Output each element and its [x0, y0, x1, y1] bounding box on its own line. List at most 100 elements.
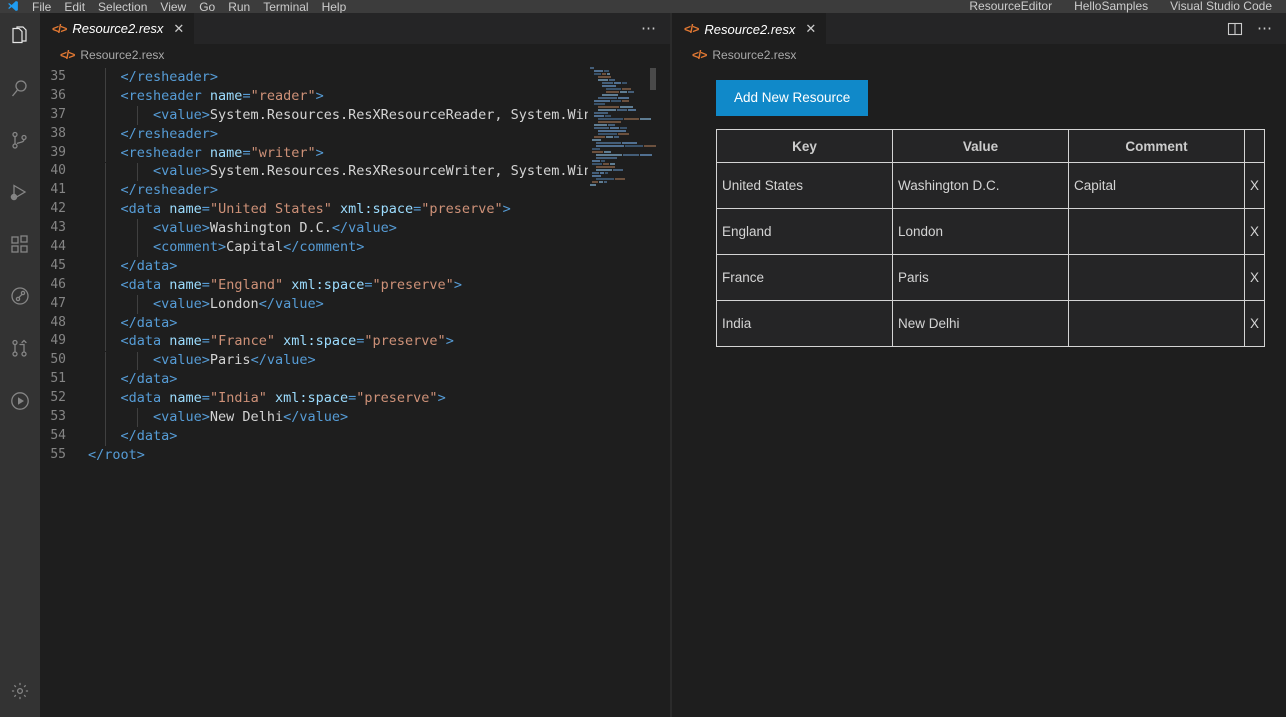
- sidebar-item-run-and-debug[interactable]: [0, 169, 40, 221]
- line-number: 53: [50, 409, 66, 425]
- menu-file[interactable]: File: [32, 1, 51, 13]
- code-line[interactable]: 44 <comment>Capital</comment>: [40, 238, 670, 257]
- add-new-resource-button[interactable]: Add New Resource: [716, 80, 869, 116]
- more-actions-icon[interactable]: ⋯: [641, 21, 656, 36]
- manage-settings-button[interactable]: [0, 670, 40, 717]
- code-line-text: <resheader name="reader">: [88, 87, 324, 104]
- code-line[interactable]: 39 <resheader name="writer">: [40, 144, 670, 163]
- indent-guide: [105, 219, 106, 239]
- cell-comment[interactable]: [1068, 254, 1245, 301]
- close-icon[interactable]: ✕: [805, 21, 816, 37]
- line-number: 52: [50, 390, 66, 406]
- activity-bar: [0, 13, 40, 717]
- line-number: 50: [50, 352, 66, 368]
- delete-row-button[interactable]: X: [1244, 162, 1265, 209]
- tab-bar-actions-left: ⋯: [641, 13, 670, 44]
- cell-key[interactable]: England: [716, 208, 893, 255]
- xml-file-icon: </>: [60, 48, 75, 62]
- code-line-text: </resheader>: [88, 182, 219, 199]
- code-line-text: </data>: [88, 257, 178, 274]
- line-number: 54: [50, 427, 66, 443]
- cell-comment[interactable]: [1068, 208, 1245, 255]
- menu-terminal[interactable]: Terminal: [263, 1, 308, 13]
- menu-edit[interactable]: Edit: [64, 1, 85, 13]
- code-line[interactable]: 55 </root>: [40, 446, 670, 465]
- breadcrumb-label: Resource2.resx: [80, 48, 165, 62]
- indent-guide: [105, 257, 106, 276]
- column-header-delete: [1244, 129, 1265, 163]
- timeline-icon: [8, 285, 32, 314]
- menu-go[interactable]: Go: [199, 1, 215, 13]
- code-line-text: <value>System.Resources.ResXResourceWrit…: [88, 163, 592, 180]
- cell-key[interactable]: France: [716, 254, 893, 301]
- menu-run[interactable]: Run: [228, 1, 250, 13]
- breadcrumb-left[interactable]: </> Resource2.resx: [40, 44, 670, 66]
- sidebar-item-extensions[interactable]: [0, 221, 40, 273]
- vscode-logo-icon: [0, 0, 26, 13]
- code-line[interactable]: 51 </data>: [40, 370, 670, 389]
- cell-value[interactable]: Paris: [892, 254, 1069, 301]
- cell-key[interactable]: India: [716, 300, 893, 347]
- code-line[interactable]: 52 <data name="India" xml:space="preserv…: [40, 389, 670, 408]
- sidebar-item-search[interactable]: [0, 65, 40, 117]
- resource-table-body: United States Washington D.C. Capital X Engl…: [716, 162, 1265, 347]
- menu-view[interactable]: View: [160, 1, 186, 13]
- delete-row-button[interactable]: X: [1244, 254, 1265, 301]
- split-editor-icon[interactable]: [1227, 21, 1243, 37]
- code-line[interactable]: 35 </resheader>: [40, 68, 670, 87]
- code-line[interactable]: 50 <value>Paris</value>: [40, 351, 670, 370]
- indent-guide: [105, 105, 106, 125]
- code-line[interactable]: 41 </resheader>: [40, 181, 670, 200]
- code-line[interactable]: 54 </data>: [40, 427, 670, 446]
- resource-editor-panel: Add New Resource Key Value Comment Unite…: [672, 66, 1286, 717]
- code-line[interactable]: 43 <value>Washington D.C.</value>: [40, 219, 670, 238]
- delete-row-button[interactable]: X: [1244, 300, 1265, 347]
- settings-gear-icon: [9, 680, 31, 707]
- code-line[interactable]: 46 <data name="England" xml:space="prese…: [40, 276, 670, 295]
- line-number: 46: [50, 276, 66, 292]
- indent-guide: [105, 427, 106, 446]
- code-line[interactable]: 49 <data name="France" xml:space="preser…: [40, 332, 670, 351]
- code-line[interactable]: 36 <resheader name="reader">: [40, 87, 670, 106]
- window-title-part-2: HelloSamples: [1074, 0, 1149, 13]
- sidebar-item-run[interactable]: [0, 377, 40, 429]
- cell-key[interactable]: United States: [716, 162, 893, 209]
- indent-guide: [105, 238, 106, 257]
- sidebar-item-source-control[interactable]: [0, 117, 40, 169]
- sidebar-item-timeline[interactable]: [0, 273, 40, 325]
- code-editor[interactable]: 35 </resheader> 36 <resheader name="reade…: [40, 66, 670, 717]
- tab-resource2-resx-right[interactable]: </> Resource2.resx ✕: [672, 13, 827, 44]
- line-number: 44: [50, 239, 66, 255]
- code-line[interactable]: 38 </resheader>: [40, 125, 670, 144]
- cell-comment[interactable]: Capital: [1068, 162, 1245, 209]
- code-line[interactable]: 42 <data name="United States" xml:space=…: [40, 200, 670, 219]
- tab-label: Resource2.resx: [704, 21, 796, 37]
- menu-help[interactable]: Help: [322, 1, 347, 13]
- close-icon[interactable]: ✕: [173, 21, 184, 37]
- menu-selection[interactable]: Selection: [98, 1, 147, 13]
- delete-row-button[interactable]: X: [1244, 208, 1265, 255]
- minimap[interactable]: [588, 66, 656, 717]
- code-line[interactable]: 40 <value>System.Resources.ResXResourceW…: [40, 162, 670, 181]
- breadcrumb-right[interactable]: </> Resource2.resx: [672, 44, 1286, 66]
- cell-value[interactable]: London: [892, 208, 1069, 255]
- more-actions-icon[interactable]: ⋯: [1257, 21, 1272, 36]
- sidebar-item-explorer[interactable]: [0, 13, 40, 65]
- run-and-debug-icon: [8, 181, 32, 210]
- code-line[interactable]: 45 </data>: [40, 257, 670, 276]
- code-line[interactable]: 47 <value>London</value>: [40, 295, 670, 314]
- tab-resource2-resx-left[interactable]: </> Resource2.resx ✕: [40, 13, 196, 44]
- line-number: 41: [50, 182, 66, 198]
- code-lines: 35 </resheader> 36 <resheader name="reade…: [40, 66, 670, 465]
- editor-vertical-scrollbar[interactable]: [656, 66, 670, 717]
- code-line[interactable]: 53 <value>New Delhi</value>: [40, 408, 670, 427]
- code-line[interactable]: 48 </data>: [40, 314, 670, 333]
- menu-bar[interactable]: File Edit Selection View Go Run Terminal…: [26, 1, 346, 13]
- indent-guide: [105, 124, 106, 144]
- code-line[interactable]: 37 <value>System.Resources.ResXResourceR…: [40, 106, 670, 125]
- cell-value[interactable]: Washington D.C.: [892, 162, 1069, 209]
- sidebar-item-pull-requests[interactable]: [0, 325, 40, 377]
- cell-value[interactable]: New Delhi: [892, 300, 1069, 347]
- indent-guide: [105, 408, 106, 428]
- cell-comment[interactable]: [1068, 300, 1245, 347]
